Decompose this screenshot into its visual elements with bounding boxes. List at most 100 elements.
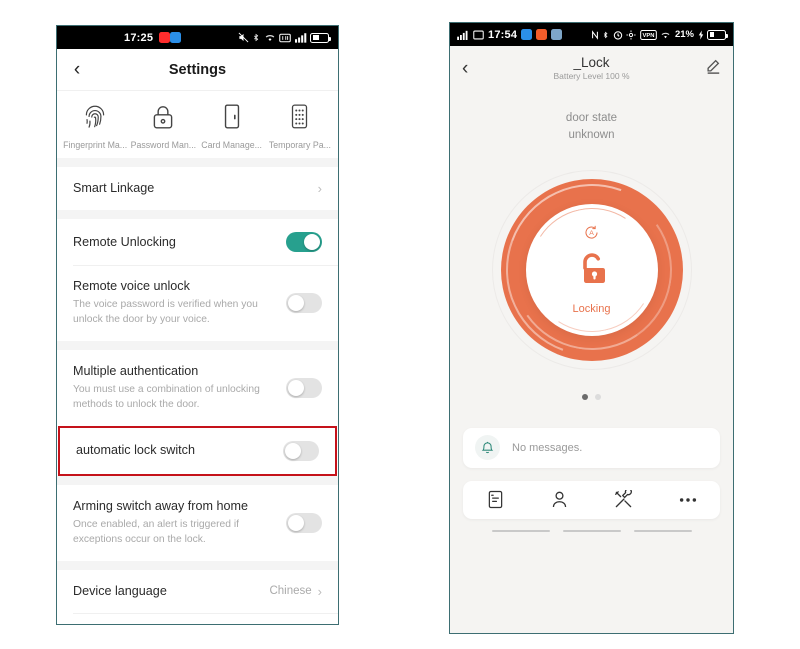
shortcut-label: Password Man...	[130, 140, 197, 150]
row-title: automatic lock switch	[76, 443, 195, 458]
section-divider	[57, 560, 338, 570]
row-title: Smart Linkage	[73, 181, 155, 195]
shortcut-row: Fingerprint Ma... Password Man... Card M…	[57, 91, 338, 158]
dual-sim-icon	[279, 33, 291, 43]
shortcut-password-management[interactable]: Password Man...	[129, 101, 197, 150]
status-bar-icons-right	[238, 32, 331, 43]
settings-navbar: ‹ Settings	[57, 49, 338, 91]
lock-title-block: _Lock Battery Level 100 %	[450, 55, 733, 81]
toggle-knob	[304, 234, 320, 250]
nfc-icon	[591, 29, 599, 40]
shortcut-label: Temporary Pa...	[268, 140, 331, 150]
row-arming-switch-away-from-home[interactable]: Arming switch away from home Once enable…	[57, 485, 338, 561]
status-bar-time: 17:25	[124, 31, 154, 44]
edit-button[interactable]	[705, 58, 721, 79]
svg-text:VPN: VPN	[642, 33, 654, 39]
bluetooth-icon	[252, 32, 260, 43]
row-texts: Smart Linkage	[73, 180, 318, 197]
device-name: _Lock	[573, 55, 610, 70]
battery-level-text: Battery Level 100 %	[553, 71, 630, 81]
more-dots-icon	[679, 497, 696, 502]
row-texts: Remote Unlocking	[73, 234, 286, 251]
section-divider	[57, 158, 338, 167]
shortcut-fingerprint-management[interactable]: Fingerprint Ma...	[61, 101, 129, 150]
lock-phone-screen: 17:54 VPN 21% ‹ _Lock Battery Level 100 …	[449, 22, 734, 634]
tab-records[interactable]	[463, 490, 527, 509]
blue-app-icon	[170, 32, 182, 43]
row-title: Remote Unlocking	[73, 234, 176, 249]
charging-icon	[698, 30, 704, 40]
row-title: Device language	[73, 583, 167, 598]
alarm-icon	[613, 30, 623, 40]
settings-section-remote: Remote Unlocking Remote voice unlock The…	[57, 219, 338, 341]
page-dot-active[interactable]	[582, 393, 588, 400]
back-button[interactable]: ‹	[462, 59, 468, 78]
settings-section-auth: Multiple authentication You must use a c…	[57, 349, 338, 476]
shortcut-temporary-password[interactable]: Temporary Pa...	[266, 101, 334, 150]
section-divider	[57, 210, 338, 219]
toggle-remote-voice-unlock[interactable]	[286, 292, 322, 313]
settings-section-device: Device language Chinese › key tone key m…	[57, 569, 338, 624]
status-bar-icons-right: VPN 21%	[591, 29, 728, 40]
lock-dial-wrap: A Locking	[450, 155, 733, 384]
row-texts: Device language	[73, 583, 269, 600]
row-automatic-lock-switch[interactable]: automatic lock switch	[58, 425, 337, 476]
row-smart-linkage[interactable]: Smart Linkage ›	[57, 167, 338, 210]
back-button[interactable]: ‹	[57, 60, 97, 79]
status-bar: 17:54 VPN 21%	[450, 23, 733, 46]
card-door-icon	[222, 101, 242, 133]
section-divider	[57, 340, 338, 350]
section-divider	[57, 475, 338, 485]
toggle-knob	[285, 442, 301, 459]
status-bar-icons-left: 17:54	[457, 29, 563, 41]
row-title: Remote voice unlock	[73, 279, 190, 293]
bell-icon	[475, 435, 500, 460]
page-dot[interactable]	[595, 393, 601, 400]
toggle-knob	[288, 379, 304, 396]
door-state-line2: unknown	[568, 129, 615, 142]
toggle-multiple-authentication[interactable]	[286, 377, 322, 398]
wifi-icon	[264, 32, 276, 43]
battery-percent: 21%	[674, 29, 694, 40]
settings-section-arming: Arming switch away from home Once enable…	[57, 484, 338, 561]
row-key-tone[interactable]: key tone key mute ›	[57, 612, 338, 624]
home-bar-segment	[562, 529, 621, 532]
toggle-remote-unlocking[interactable]	[286, 232, 322, 252]
bottom-tab-bar	[463, 480, 720, 519]
message-text: No messages.	[512, 441, 583, 454]
chevron-right-icon: ›	[317, 181, 322, 196]
home-bar-segment	[633, 529, 692, 532]
padlock-icon	[151, 101, 175, 133]
wifi-icon	[660, 30, 671, 40]
row-multiple-authentication[interactable]: Multiple authentication You must use a c…	[57, 350, 338, 426]
lock-dial[interactable]: A Locking	[477, 155, 706, 384]
app-icon	[551, 29, 563, 40]
row-subtitle: The voice password is verified when you …	[73, 299, 258, 325]
shortcut-label: Card Manage...	[201, 140, 262, 150]
row-remote-voice-unlock[interactable]: Remote voice unlock The voice password i…	[57, 265, 338, 341]
door-state-line1: door state	[565, 112, 618, 124]
keypad-icon	[289, 101, 310, 133]
home-bar-segment	[491, 529, 550, 532]
shortcut-card-management[interactable]: Card Manage...	[198, 101, 266, 150]
row-texts: Arming switch away from home Once enable…	[73, 498, 286, 548]
toggle-automatic-lock-switch[interactable]	[283, 440, 319, 461]
signal-bars-icon	[294, 32, 307, 43]
mute-icon	[238, 32, 249, 43]
person-icon	[552, 491, 567, 508]
location-icon	[626, 30, 636, 40]
row-title: Multiple authentication	[73, 363, 199, 378]
tab-tools[interactable]	[592, 490, 656, 509]
sim-icon	[473, 30, 484, 40]
toggle-arming-switch[interactable]	[286, 512, 322, 533]
row-remote-unlocking[interactable]: Remote Unlocking	[57, 219, 338, 265]
tab-more[interactable]	[656, 496, 720, 504]
page-title: Settings	[168, 61, 227, 78]
shortcut-label: Fingerprint Ma...	[63, 140, 128, 150]
door-state-block: door state unknown	[450, 110, 733, 145]
vpn-icon: VPN	[640, 29, 657, 40]
tab-members[interactable]	[527, 490, 591, 509]
message-bar[interactable]: No messages.	[463, 427, 720, 468]
row-device-language[interactable]: Device language Chinese ›	[57, 570, 338, 613]
dial-inner-button[interactable]: A Locking	[517, 195, 666, 344]
